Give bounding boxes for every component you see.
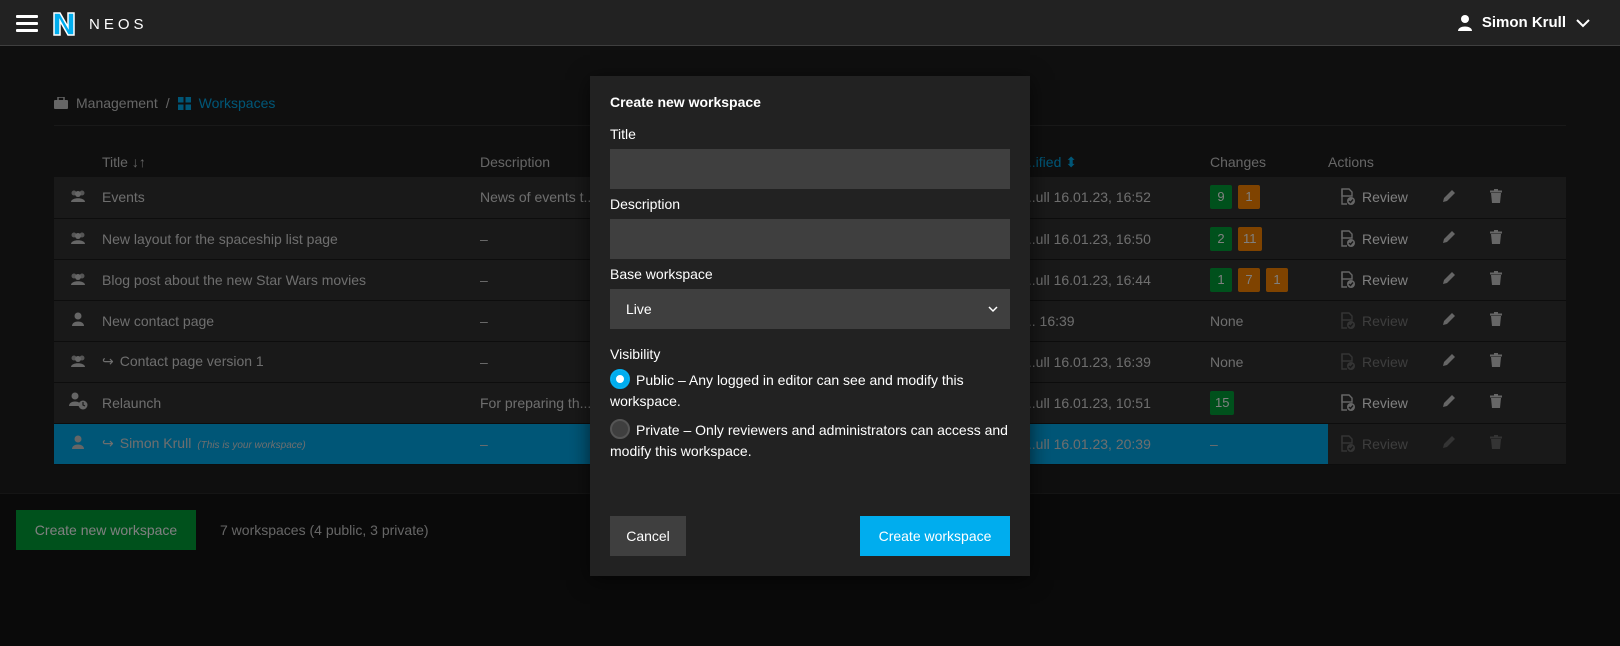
chevron-down-icon [1576,18,1590,27]
create-workspace-button[interactable]: Create workspace [860,516,1010,556]
base-workspace-select[interactable]: Live [610,289,1010,329]
user-menu[interactable]: Simon Krull [1457,14,1590,31]
neos-logo-icon[interactable] [52,11,76,37]
title-label: Title [610,126,636,142]
user-icon [1457,14,1472,31]
radio-public[interactable] [610,369,630,389]
description-input[interactable] [610,219,1010,259]
radio-private[interactable] [610,419,630,439]
public-option-label: Public – Any logged in editor can see an… [610,372,964,409]
brand-name: NEOS [89,16,148,33]
description-label: Description [610,196,681,212]
chevron-down-icon [988,305,998,312]
dialog-title: Create new workspace [610,94,761,110]
base-workspace-label: Base workspace [610,266,713,282]
hamburger-icon[interactable] [16,15,38,33]
base-workspace-value: Live [626,301,652,317]
cancel-button[interactable]: Cancel [610,516,686,556]
create-workspace-dialog: Create new workspace Title Description B… [590,76,1030,576]
title-input[interactable] [610,149,1010,189]
visibility-private-option[interactable]: Private – Only reviewers and administrat… [610,419,1010,462]
user-name: Simon Krull [1481,14,1566,31]
top-bar: NEOS Simon Krull [0,0,1620,46]
visibility-label: Visibility [610,346,661,362]
private-option-label: Private – Only reviewers and administrat… [610,422,1008,459]
visibility-public-option[interactable]: Public – Any logged in editor can see an… [610,369,1010,412]
